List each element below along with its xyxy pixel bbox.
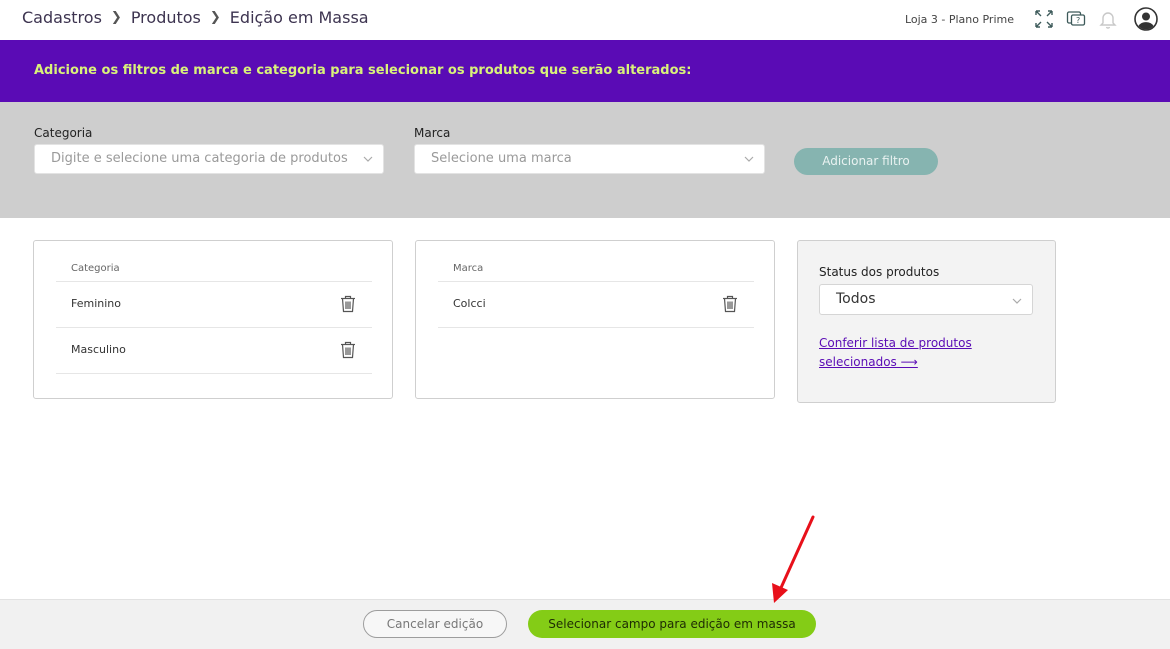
category-item-label: Masculino <box>71 343 126 356</box>
chevron-right-icon: ❯ <box>110 10 122 25</box>
filter-panel: Categoria Digite e selecione uma categor… <box>0 102 1170 218</box>
category-card-header: Categoria <box>71 263 120 274</box>
chevron-right-icon: ❯ <box>209 10 221 25</box>
status-card: Status dos produtos Todos Conferir lista… <box>797 240 1056 403</box>
category-select-placeholder: Digite e selecione uma categoria de prod… <box>51 151 348 166</box>
brand-filter-card: Marca Colcci <box>415 240 775 399</box>
svg-text:?: ? <box>1076 16 1080 25</box>
brand-select-placeholder: Selecione uma marca <box>431 151 572 166</box>
bell-icon[interactable] <box>1096 7 1120 31</box>
cancel-edit-button[interactable]: Cancelar edição <box>363 610 507 638</box>
help-chat-icon[interactable]: ? <box>1064 7 1088 31</box>
status-selected-value: Todos <box>836 291 876 307</box>
breadcrumb-produtos[interactable]: Produtos <box>131 8 201 27</box>
divider <box>438 327 754 328</box>
expand-icon[interactable] <box>1032 7 1056 31</box>
chevron-down-icon <box>744 153 754 168</box>
selected-products-link[interactable]: Conferir lista de produtos selecionados … <box>819 334 989 372</box>
breadcrumb: Cadastros ❯ Produtos ❯ Edição em Massa <box>22 8 369 27</box>
category-select[interactable]: Digite e selecione uma categoria de prod… <box>34 144 384 174</box>
brand-item-label: Colcci <box>453 297 486 310</box>
brand-card-header: Marca <box>453 263 484 274</box>
brand-filter-label: Marca <box>414 126 451 140</box>
add-filter-button[interactable]: Adicionar filtro <box>794 148 938 175</box>
footer-bar: Cancelar edição Selecionar campo para ed… <box>0 599 1170 649</box>
trash-icon[interactable] <box>340 295 356 313</box>
chevron-down-icon <box>1012 294 1022 310</box>
status-title: Status dos produtos <box>819 265 940 279</box>
header-actions: Loja 3 - Plano Prime ? <box>905 7 1158 31</box>
brand-select[interactable]: Selecione uma marca <box>414 144 765 174</box>
divider <box>56 373 372 374</box>
trash-icon[interactable] <box>722 295 738 313</box>
instruction-banner: Adicione os filtros de marca e categoria… <box>0 40 1170 102</box>
list-item: Feminino <box>56 281 372 327</box>
status-select[interactable]: Todos <box>819 284 1033 315</box>
list-item: Masculino <box>56 327 372 373</box>
trash-icon[interactable] <box>340 341 356 359</box>
breadcrumb-cadastros[interactable]: Cadastros <box>22 8 102 27</box>
category-filter-card: Categoria Feminino Masculino <box>33 240 393 399</box>
store-label[interactable]: Loja 3 - Plano Prime <box>905 13 1014 26</box>
select-field-button[interactable]: Selecionar campo para edição em massa <box>528 610 816 638</box>
chevron-down-icon <box>363 153 373 168</box>
category-filter-label: Categoria <box>34 126 93 140</box>
breadcrumb-edicao-em-massa: Edição em Massa <box>229 8 369 27</box>
top-bar: Cadastros ❯ Produtos ❯ Edição em Massa L… <box>0 0 1170 40</box>
banner-text: Adicione os filtros de marca e categoria… <box>34 63 692 78</box>
list-item: Colcci <box>438 281 754 327</box>
category-item-label: Feminino <box>71 297 121 310</box>
user-avatar-icon[interactable] <box>1134 7 1158 31</box>
